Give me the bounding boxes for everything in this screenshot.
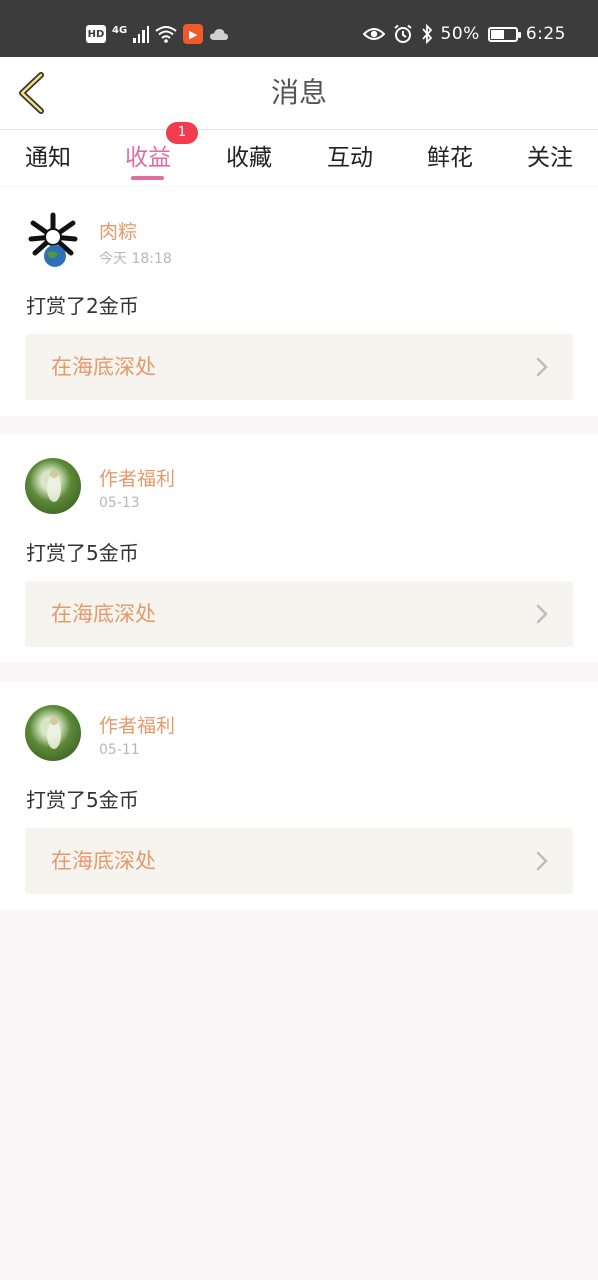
active-tab-indicator [131, 176, 164, 180]
bluetooth-icon [421, 24, 432, 44]
app-header: 消息 [0, 57, 598, 130]
avatar[interactable] [25, 458, 81, 514]
tab-earnings[interactable]: 收益 [113, 138, 183, 178]
work-title: 在海底深处 [51, 355, 156, 379]
message-text: 打赏了2金币 [26, 294, 139, 318]
chevron-right-icon [536, 357, 548, 377]
chevron-right-icon [536, 851, 548, 871]
tab-favorites[interactable]: 收藏 [214, 138, 284, 178]
message-text: 打赏了5金币 [26, 788, 139, 812]
wifi-icon [155, 26, 177, 43]
cloud-icon [210, 29, 229, 40]
tab-following[interactable]: 关注 [515, 138, 585, 178]
video-app-icon: ▶ [183, 24, 204, 44]
user-avatar-image [47, 470, 61, 502]
message-time: 05-13 [99, 495, 140, 511]
author-name[interactable]: 作者福利 [99, 711, 175, 738]
tab-interactions[interactable]: 互动 [315, 138, 385, 178]
signal-icon [133, 25, 150, 43]
message-time: 今天 18:18 [99, 251, 172, 267]
message-text: 打赏了5金币 [26, 541, 139, 565]
alarm-icon [393, 24, 412, 43]
status-left-icons: HD 4G ▶ [86, 22, 229, 46]
work-title: 在海底深处 [51, 602, 156, 626]
message-card: 作者福利 05-11 打赏了5金币 在海底深处 [0, 681, 598, 910]
status-bar: HD 4G ▶ 50% 6:25 [0, 0, 598, 57]
eye-icon [362, 28, 385, 40]
work-link[interactable]: 在海底深处 [25, 581, 573, 647]
avatar[interactable] [25, 705, 81, 761]
hd-icon: HD [86, 25, 106, 43]
work-link[interactable]: 在海底深处 [25, 828, 573, 894]
network-type: 4G [112, 24, 128, 36]
unread-badge: 1 [166, 122, 198, 144]
page-title: 消息 [270, 76, 327, 109]
status-right-icons: 50% 6:25 [362, 22, 566, 46]
tab-flowers[interactable]: 鲜花 [415, 138, 485, 178]
work-title: 在海底深处 [51, 849, 156, 873]
clock: 6:25 [525, 24, 566, 44]
battery-icon [487, 26, 521, 42]
work-link[interactable]: 在海底深处 [25, 334, 573, 400]
tab-bar: 通知 收益 1 收藏 互动 鲜花 关注 [0, 122, 598, 186]
message-card: 作者福利 05-13 打赏了5金币 在海底深处 [0, 434, 598, 663]
user-avatar-image [47, 717, 61, 749]
message-time: 05-11 [99, 742, 140, 758]
tab-notifications[interactable]: 通知 [13, 138, 83, 178]
author-name[interactable]: 作者福利 [99, 464, 175, 491]
message-card: 肉粽 今天 18:18 打赏了2金币 在海底深处 [0, 187, 598, 416]
avatar[interactable] [25, 211, 81, 267]
chevron-right-icon [536, 604, 548, 624]
battery-percent: 50% [440, 24, 480, 44]
author-name[interactable]: 肉粽 [99, 217, 137, 244]
user-avatar-image [28, 212, 78, 267]
